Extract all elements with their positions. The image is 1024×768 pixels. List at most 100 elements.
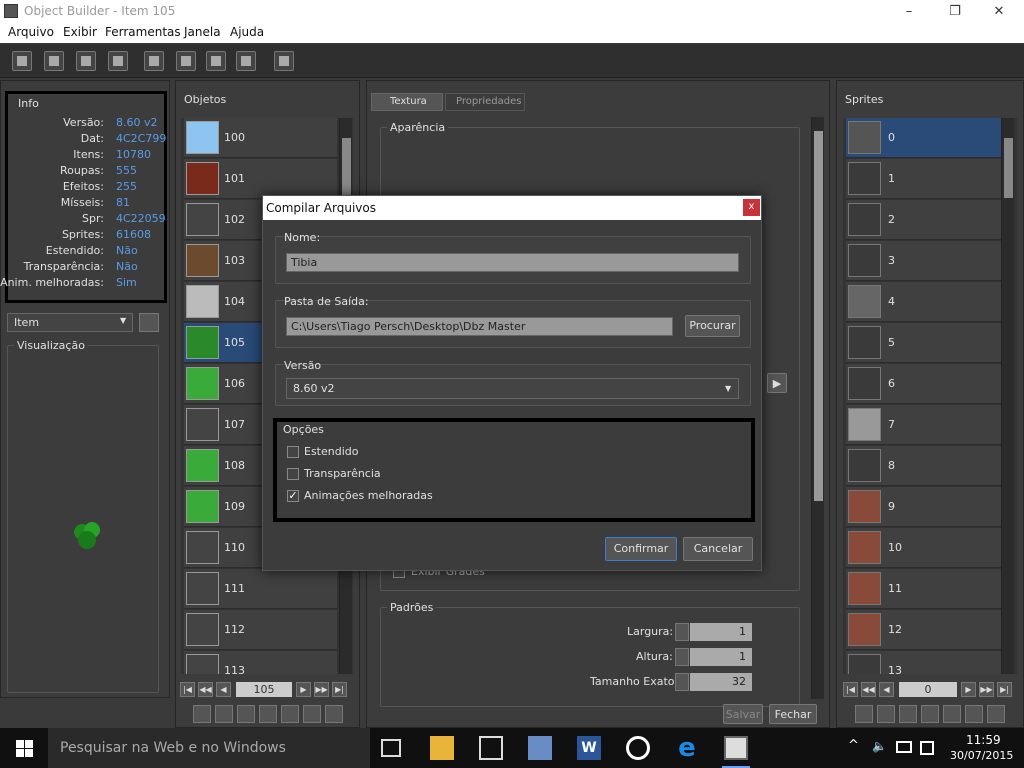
object-row[interactable]: 101	[184, 159, 337, 199]
browse-button[interactable]: Procurar	[685, 315, 740, 337]
next-icon[interactable]: ▶	[296, 682, 311, 697]
open-folder-icon[interactable]	[44, 51, 64, 71]
dialog-close-icon[interactable]: x	[743, 199, 760, 216]
prev-icon[interactable]: ◀	[216, 682, 231, 697]
maximize-button[interactable]: ❐	[932, 0, 978, 23]
sprites-scrollbar[interactable]	[1001, 118, 1014, 674]
notifications-icon[interactable]	[920, 741, 934, 755]
next-fast-icon[interactable]: ▶▶	[314, 682, 329, 697]
replace-icon[interactable]	[193, 705, 211, 723]
option-improved-animations-checkbox[interactable]: ✓	[287, 490, 299, 502]
option-transparency-checkbox[interactable]	[287, 468, 299, 480]
edge-icon[interactable]: e	[675, 735, 699, 761]
object-row[interactable]: 100	[184, 118, 337, 158]
cancel-button[interactable]: Cancelar	[683, 537, 753, 561]
menu-janela[interactable]: Janela	[184, 25, 221, 39]
sprite-row[interactable]: 6	[846, 364, 1001, 404]
object-row[interactable]: 112	[184, 610, 337, 650]
exact-size-stepper[interactable]	[675, 673, 689, 691]
menu-ferramentas[interactable]: Ferramentas	[105, 25, 181, 39]
save-icon[interactable]	[76, 51, 96, 71]
editor-scrollbar[interactable]	[811, 117, 824, 699]
sprite-row[interactable]: 7	[846, 405, 1001, 445]
objects-page-field[interactable]: 105	[236, 682, 292, 697]
height-field[interactable]: 1	[690, 648, 752, 666]
sprite-row[interactable]: 4	[846, 282, 1001, 322]
sprites-prev-fast-icon[interactable]: ◀◀	[861, 682, 876, 697]
word-icon[interactable]: W	[577, 736, 601, 760]
prev-fast-icon[interactable]: ◀◀	[198, 682, 213, 697]
height-stepper[interactable]	[675, 648, 689, 666]
width-stepper[interactable]	[675, 623, 689, 641]
sprite-row[interactable]: 10	[846, 528, 1001, 568]
duplicate-icon[interactable]	[281, 705, 299, 723]
windows-start-icon[interactable]	[16, 740, 33, 757]
object-builder-icon[interactable]	[724, 736, 748, 760]
option-extended-checkbox[interactable]	[287, 446, 299, 458]
next-frame-icon[interactable]: ▶	[767, 373, 787, 393]
play-icon[interactable]	[236, 51, 256, 71]
trash-icon[interactable]	[325, 705, 343, 723]
edit-icon[interactable]	[259, 705, 277, 723]
sprites-last-page-icon[interactable]: ▶|	[997, 682, 1012, 697]
menu-exibir[interactable]: Exibir	[63, 25, 97, 39]
object-row[interactable]: 113	[184, 651, 337, 674]
chevron-up-icon[interactable]: ^	[848, 738, 859, 753]
sprite-row[interactable]: 2	[846, 200, 1001, 240]
version-select[interactable]: 8.60 v2 ▼	[286, 378, 739, 399]
import-icon[interactable]	[144, 51, 164, 71]
menu-arquivo[interactable]: Arquivo	[8, 25, 54, 39]
close-window-button[interactable]: ✕	[976, 0, 1022, 23]
close-button[interactable]: Fechar	[769, 704, 817, 724]
sprites-new-icon[interactable]	[965, 705, 983, 723]
sprite-row[interactable]: 3	[846, 241, 1001, 281]
new-file-icon[interactable]	[12, 51, 32, 71]
list-options-icon[interactable]	[139, 313, 159, 332]
output-path-input[interactable]: C:\Users\Tiago Persch\Desktop\Dbz Master	[286, 317, 673, 336]
tab-propriedades[interactable]: Propriedades	[445, 93, 525, 111]
name-input[interactable]: Tibia	[286, 253, 739, 272]
tab-textura[interactable]: Textura	[371, 93, 443, 111]
sprite-row[interactable]: 12	[846, 610, 1001, 650]
sprite-row[interactable]: 13	[846, 651, 1001, 674]
sprites-first-page-icon[interactable]: |◀	[843, 682, 858, 697]
sprites-replace-icon[interactable]	[855, 705, 873, 723]
menu-ajuda[interactable]: Ajuda	[230, 25, 264, 39]
clock-date[interactable]: 30/07/2015	[950, 749, 1013, 762]
save-button[interactable]: Salvar	[723, 704, 763, 724]
sprites-export-icon[interactable]	[877, 705, 895, 723]
sprites-import-icon[interactable]	[921, 705, 939, 723]
task-view-icon[interactable]	[381, 739, 401, 757]
sprites-next-fast-icon[interactable]: ▶▶	[979, 682, 994, 697]
minimize-button[interactable]: –	[886, 0, 932, 23]
photo-viewer-icon[interactable]	[528, 736, 552, 760]
taskbar-search[interactable]: Pesquisar na Web e no Windows	[48, 728, 370, 768]
sprites-page-field[interactable]: 0	[899, 682, 957, 697]
width-field[interactable]: 1	[690, 623, 752, 641]
sprite-row[interactable]: 5	[846, 323, 1001, 363]
save-as-icon[interactable]	[108, 51, 128, 71]
sprites-next-icon[interactable]: ▶	[961, 682, 976, 697]
file-explorer-icon[interactable]	[430, 736, 454, 760]
export-icon[interactable]	[215, 705, 233, 723]
store-icon[interactable]	[479, 736, 503, 760]
find-icon[interactable]	[176, 51, 196, 71]
log-icon[interactable]	[274, 51, 294, 71]
sprites-trash-icon[interactable]	[987, 705, 1005, 723]
volume-icon[interactable]: 🔈	[872, 739, 887, 753]
sprite-row[interactable]: 8	[846, 446, 1001, 486]
network-icon[interactable]	[896, 741, 912, 753]
category-select[interactable]: Item ▼	[7, 313, 133, 332]
sprites-prev-icon[interactable]: ◀	[879, 682, 894, 697]
editor-scroll-thumb[interactable]	[814, 131, 823, 501]
objects-scroll-thumb[interactable]	[342, 138, 351, 198]
last-page-icon[interactable]: ▶|	[332, 682, 347, 697]
new-item-icon[interactable]	[303, 705, 321, 723]
object-row[interactable]: 111	[184, 569, 337, 609]
sprite-row[interactable]: 11	[846, 569, 1001, 609]
grid-icon[interactable]	[206, 51, 226, 71]
sprites-undo-icon[interactable]	[899, 705, 917, 723]
sprites-scroll-thumb[interactable]	[1004, 138, 1013, 198]
sprite-row[interactable]: 0	[846, 118, 1001, 158]
undo-icon[interactable]	[237, 705, 255, 723]
